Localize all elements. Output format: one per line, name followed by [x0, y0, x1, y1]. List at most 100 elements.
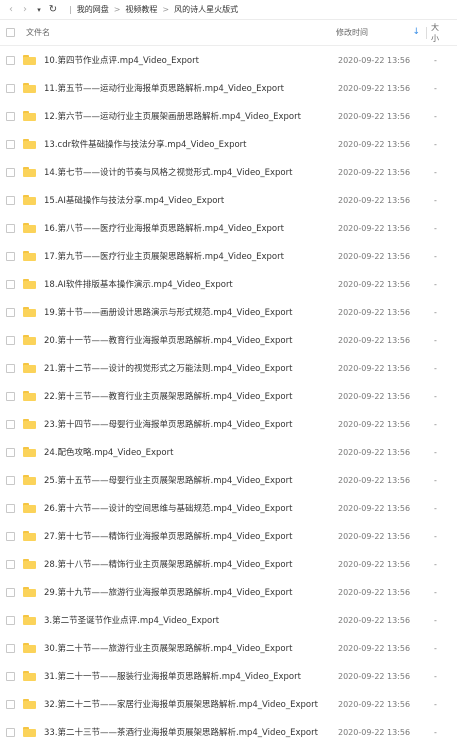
row-checkbox[interactable]: [6, 363, 15, 373]
file-row[interactable]: 28.第十八节——精饰行业主页展架思路解析.mp4_Video_Export 20…: [0, 550, 457, 578]
file-name[interactable]: 31.第二十一节——服装行业海报单页思路解析.mp4_Video_Export: [44, 670, 334, 682]
row-checkbox[interactable]: [6, 279, 15, 289]
file-name[interactable]: 15.AI基础操作与技法分享.mp4_Video_Export: [44, 194, 334, 206]
file-row[interactable]: 24.配色攻略.mp4_Video_Export 2020-09-22 13:56…: [0, 438, 457, 466]
row-checkbox[interactable]: [6, 531, 15, 541]
file-modified-date: 2020-09-22 13:56: [338, 531, 411, 541]
file-row[interactable]: 33.第二十三节——茶酒行业海报单页展架思路解析.mp4_Video_Expor…: [0, 718, 457, 746]
file-name[interactable]: 21.第十二节——设计的视觉形式之万能法则.mp4_Video_Export: [44, 362, 334, 374]
file-row[interactable]: 13.cdr软件基础操作与技法分享.mp4_Video_Export 2020-0…: [0, 130, 457, 158]
file-size: -: [434, 111, 437, 121]
file-name[interactable]: 33.第二十三节——茶酒行业海报单页展架思路解析.mp4_Video_Expor…: [44, 726, 334, 738]
file-row[interactable]: 29.第十九节——旅游行业海报单页思路解析.mp4_Video_Export 20…: [0, 578, 457, 606]
breadcrumb-item-current[interactable]: 风的诗人星火版式: [172, 4, 240, 15]
breadcrumb-item-videos[interactable]: 视频教程: [123, 4, 159, 15]
row-checkbox[interactable]: [6, 83, 15, 93]
file-name[interactable]: 30.第二十节——旅游行业主页展架思路解析.mp4_Video_Export: [44, 642, 334, 654]
back-icon[interactable]: ‹: [4, 3, 18, 17]
file-row[interactable]: 27.第十七节——精饰行业海报单页思路解析.mp4_Video_Export 20…: [0, 522, 457, 550]
file-name[interactable]: 12.第六节——运动行业主页展架画册思路解析.mp4_Video_Export: [44, 110, 334, 122]
file-size: -: [434, 391, 437, 401]
file-row[interactable]: 20.第十一节——教育行业海报单页思路解析.mp4_Video_Export 20…: [0, 326, 457, 354]
row-checkbox[interactable]: [6, 251, 15, 261]
file-name[interactable]: 23.第十四节——母婴行业海报单页思路解析.mp4_Video_Export: [44, 418, 334, 430]
row-checkbox[interactable]: [6, 475, 15, 485]
history-dropdown-icon[interactable]: ▾: [32, 3, 46, 17]
file-name[interactable]: 17.第九节——医疗行业主页展架思路解析.mp4_Video_Export: [44, 250, 334, 262]
chevron-right-icon: >: [113, 5, 121, 14]
folder-icon: [23, 111, 36, 121]
folder-icon: [23, 139, 36, 149]
row-checkbox[interactable]: [6, 195, 15, 205]
file-row[interactable]: 11.第五节——运动行业海报单页思路解析.mp4_Video_Export 202…: [0, 74, 457, 102]
folder-icon: [23, 587, 36, 597]
file-name[interactable]: 28.第十八节——精饰行业主页展架思路解析.mp4_Video_Export: [44, 558, 334, 570]
file-row[interactable]: 16.第八节——医疗行业海报单页思路解析.mp4_Video_Export 202…: [0, 214, 457, 242]
file-row[interactable]: 21.第十二节——设计的视觉形式之万能法则.mp4_Video_Export 20…: [0, 354, 457, 382]
column-header-date[interactable]: 修改时间 ↓: [334, 27, 426, 38]
file-row[interactable]: 30.第二十节——旅游行业主页展架思路解析.mp4_Video_Export 20…: [0, 634, 457, 662]
row-checkbox[interactable]: [6, 307, 15, 317]
file-row[interactable]: 22.第十三节——教育行业主页展架思路解析.mp4_Video_Export 20…: [0, 382, 457, 410]
refresh-icon[interactable]: ↻: [46, 3, 60, 17]
file-name[interactable]: 18.AI软件排版基本操作演示.mp4_Video_Export: [44, 278, 334, 290]
file-list-header: 文件名 修改时间 ↓ 大小: [0, 20, 457, 46]
row-checkbox[interactable]: [6, 335, 15, 345]
file-row[interactable]: 25.第十五节——母婴行业主页展架思路解析.mp4_Video_Export 20…: [0, 466, 457, 494]
file-row[interactable]: 19.第十节——画册设计思路演示与形式规范.mp4_Video_Export 20…: [0, 298, 457, 326]
file-name[interactable]: 32.第二十二节——家居行业海报单页展架思路解析.mp4_Video_Expor…: [44, 698, 334, 710]
row-checkbox[interactable]: [6, 643, 15, 653]
file-name[interactable]: 16.第八节——医疗行业海报单页思路解析.mp4_Video_Export: [44, 222, 334, 234]
row-checkbox[interactable]: [6, 111, 15, 121]
file-name[interactable]: 14.第七节——设计的节奏与风格之视觉形式.mp4_Video_Export: [44, 166, 334, 178]
column-header-name[interactable]: 文件名: [26, 27, 334, 38]
row-checkbox[interactable]: [6, 139, 15, 149]
file-size: -: [434, 307, 437, 317]
row-checkbox[interactable]: [6, 559, 15, 569]
file-name[interactable]: 11.第五节——运动行业海报单页思路解析.mp4_Video_Export: [44, 82, 334, 94]
file-name[interactable]: 27.第十七节——精饰行业海报单页思路解析.mp4_Video_Export: [44, 530, 334, 542]
file-row[interactable]: 18.AI软件排版基本操作演示.mp4_Video_Export 2020-09-…: [0, 270, 457, 298]
row-checkbox[interactable]: [6, 699, 15, 709]
file-row[interactable]: 3.第二节圣诞节作业点评.mp4_Video_Export 2020-09-22 …: [0, 606, 457, 634]
file-modified-date: 2020-09-22 13:56: [338, 307, 411, 317]
row-checkbox[interactable]: [6, 167, 15, 177]
row-checkbox[interactable]: [6, 391, 15, 401]
row-checkbox[interactable]: [6, 727, 15, 737]
file-name[interactable]: 3.第二节圣诞节作业点评.mp4_Video_Export: [44, 614, 334, 626]
file-name[interactable]: 29.第十九节——旅游行业海报单页思路解析.mp4_Video_Export: [44, 586, 334, 598]
file-name[interactable]: 22.第十三节——教育行业主页展架思路解析.mp4_Video_Export: [44, 390, 334, 402]
file-name[interactable]: 20.第十一节——教育行业海报单页思路解析.mp4_Video_Export: [44, 334, 334, 346]
file-name[interactable]: 26.第十六节——设计的空间思维与基础规范.mp4_Video_Export: [44, 502, 334, 514]
row-checkbox[interactable]: [6, 615, 15, 625]
file-row[interactable]: 10.第四节作业点评.mp4_Video_Export 2020-09-22 13…: [0, 46, 457, 74]
row-checkbox[interactable]: [6, 55, 15, 65]
file-name[interactable]: 19.第十节——画册设计思路演示与形式规范.mp4_Video_Export: [44, 306, 334, 318]
file-modified-date: 2020-09-22 13:56: [338, 111, 411, 121]
file-row[interactable]: 12.第六节——运动行业主页展架画册思路解析.mp4_Video_Export 2…: [0, 102, 457, 130]
file-row[interactable]: 17.第九节——医疗行业主页展架思路解析.mp4_Video_Export 202…: [0, 242, 457, 270]
column-header-size[interactable]: 大小: [427, 22, 445, 44]
file-modified-date: 2020-09-22 13:56: [338, 335, 411, 345]
row-checkbox[interactable]: [6, 447, 15, 457]
file-row[interactable]: 14.第七节——设计的节奏与风格之视觉形式.mp4_Video_Export 20…: [0, 158, 457, 186]
row-checkbox[interactable]: [6, 503, 15, 513]
row-checkbox[interactable]: [6, 587, 15, 597]
folder-icon: [23, 391, 36, 401]
file-name[interactable]: 13.cdr软件基础操作与技法分享.mp4_Video_Export: [44, 138, 334, 150]
breadcrumb-item-root[interactable]: 我的网盘: [75, 4, 111, 15]
row-checkbox[interactable]: [6, 419, 15, 429]
file-row[interactable]: 32.第二十二节——家居行业海报单页展架思路解析.mp4_Video_Expor…: [0, 690, 457, 718]
file-row[interactable]: 31.第二十一节——服装行业海报单页思路解析.mp4_Video_Export 2…: [0, 662, 457, 690]
row-checkbox[interactable]: [6, 671, 15, 681]
row-checkbox[interactable]: [6, 223, 15, 233]
file-row[interactable]: 15.AI基础操作与技法分享.mp4_Video_Export 2020-09-2…: [0, 186, 457, 214]
select-all-checkbox[interactable]: [6, 28, 15, 37]
file-name[interactable]: 10.第四节作业点评.mp4_Video_Export: [44, 54, 334, 66]
file-name[interactable]: 25.第十五节——母婴行业主页展架思路解析.mp4_Video_Export: [44, 474, 334, 486]
file-row[interactable]: 23.第十四节——母婴行业海报单页思路解析.mp4_Video_Export 20…: [0, 410, 457, 438]
file-row[interactable]: 26.第十六节——设计的空间思维与基础规范.mp4_Video_Export 20…: [0, 494, 457, 522]
forward-icon[interactable]: ›: [18, 3, 32, 17]
file-name[interactable]: 24.配色攻略.mp4_Video_Export: [44, 446, 334, 458]
file-size: -: [434, 139, 437, 149]
